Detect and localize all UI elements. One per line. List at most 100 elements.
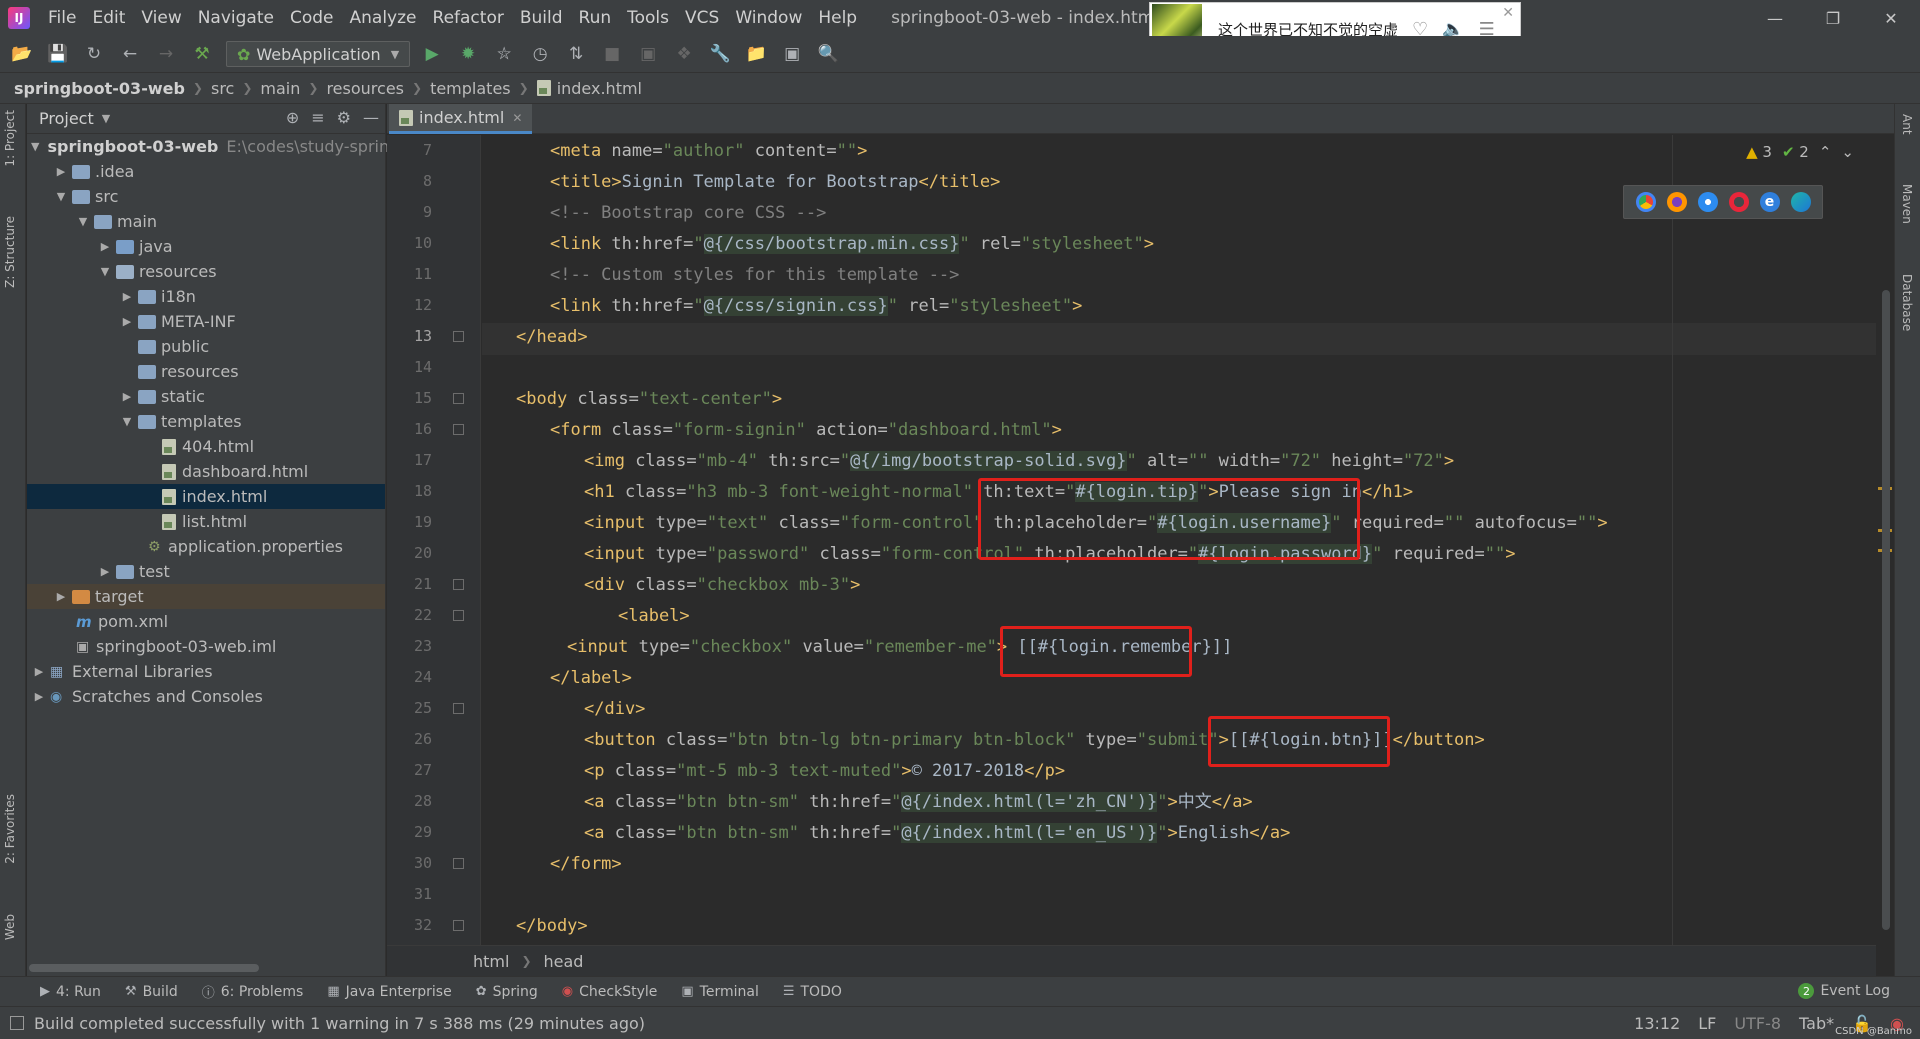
tree-item-meta-inf[interactable]: ▶ META-INF	[27, 309, 385, 334]
fold-marker-icon[interactable]	[453, 920, 464, 931]
menu-build[interactable]: Build	[512, 0, 571, 36]
chevron-down-icon[interactable]: ▼	[119, 415, 135, 428]
menu-file[interactable]: File	[40, 0, 84, 36]
breadcrumb-resources[interactable]: resources	[326, 79, 404, 98]
close-window-button[interactable]: ✕	[1862, 0, 1920, 36]
file-encoding[interactable]: UTF-8	[1734, 1014, 1781, 1033]
opera-icon[interactable]	[1728, 192, 1749, 212]
menu-analyze[interactable]: Analyze	[342, 0, 425, 36]
tab-maven-tool[interactable]: Maven	[1900, 184, 1914, 224]
chevron-right-icon[interactable]: ▶	[119, 315, 135, 328]
edge-icon[interactable]	[1790, 192, 1811, 212]
inspection-widget[interactable]: ▲ 3 ✔ 2 ⌃ ⌄	[1746, 143, 1854, 161]
chevron-right-icon[interactable]: ▶	[119, 290, 135, 303]
fold-marker-icon[interactable]	[453, 579, 464, 590]
fold-marker-icon[interactable]	[453, 393, 464, 404]
tab-problems[interactable]: ⓘ 6: Problems	[202, 982, 304, 1002]
chevron-down-icon[interactable]: ▼	[53, 190, 69, 203]
chevron-right-icon[interactable]: ▶	[31, 665, 47, 678]
menu-view[interactable]: View	[133, 0, 189, 36]
settings-wrench-icon[interactable]: 🔧	[706, 40, 734, 68]
update-icon[interactable]: ⇅	[562, 40, 590, 68]
tree-item-target[interactable]: ▶ target	[27, 584, 385, 609]
hide-icon[interactable]: —	[363, 108, 379, 127]
vertical-scrollbar[interactable]	[1882, 290, 1890, 930]
menu-window[interactable]: Window	[727, 0, 810, 36]
chevron-down-icon[interactable]: ⌄	[1841, 143, 1854, 161]
menu-tools[interactable]: Tools	[619, 0, 677, 36]
menu-refactor[interactable]: Refactor	[425, 0, 512, 36]
chevron-right-icon[interactable]: ▶	[53, 165, 69, 178]
event-log-button[interactable]: 2 Event Log	[1798, 983, 1890, 999]
tree-item-dashboard-html[interactable]: dashboard.html	[27, 459, 385, 484]
chevron-down-icon[interactable]: ▼	[31, 140, 39, 153]
coverage-run-icon[interactable]: ❖	[670, 40, 698, 68]
restore-button[interactable]: ❐	[1804, 0, 1862, 36]
profile-icon[interactable]: ◷	[526, 40, 554, 68]
tree-item-resources[interactable]: ▼ resources	[27, 259, 385, 284]
coverage-icon[interactable]: ⛦	[490, 40, 518, 68]
locate-icon[interactable]: ⊕	[286, 108, 299, 127]
line-separator[interactable]: LF	[1698, 1014, 1716, 1033]
tree-item-src[interactable]: ▼ src	[27, 184, 385, 209]
close-icon[interactable]: ✕	[1502, 5, 1514, 21]
menu-help[interactable]: Help	[810, 0, 865, 36]
back-arrow-icon[interactable]: ←	[116, 40, 144, 68]
tree-item-project-root[interactable]: ▼ springboot-03-web E:\codes\study-sprin	[27, 134, 389, 159]
tree-item-external-libraries[interactable]: ▶ ▦ External Libraries	[27, 659, 385, 684]
menu-navigate[interactable]: Navigate	[190, 0, 282, 36]
menu-edit[interactable]: Edit	[84, 0, 133, 36]
tab-java-enterprise[interactable]: ▦ Java Enterprise	[327, 984, 451, 1000]
attach-icon[interactable]: ▣	[634, 40, 662, 68]
tab-spring[interactable]: ✿ Spring	[476, 984, 538, 1000]
chrome-icon[interactable]	[1635, 192, 1656, 212]
caret-position[interactable]: 13:12	[1634, 1014, 1680, 1033]
tree-item-iml[interactable]: ▣ springboot-03-web.iml	[27, 634, 385, 659]
horizontal-scrollbar[interactable]	[29, 964, 259, 972]
fold-marker-icon[interactable]	[453, 331, 464, 342]
menu-run[interactable]: Run	[571, 0, 620, 36]
chevron-down-icon[interactable]: ▼	[97, 265, 113, 278]
fold-marker-icon[interactable]	[453, 703, 464, 714]
tree-item-resources-sub[interactable]: resources	[27, 359, 385, 384]
tab-terminal[interactable]: ▣ Terminal	[681, 984, 758, 1000]
tree-item-scratches[interactable]: ▶ ◉ Scratches and Consoles	[27, 684, 385, 709]
breadcrumb-src[interactable]: src	[211, 79, 234, 98]
chevron-right-icon[interactable]: ▶	[31, 690, 47, 703]
tree-item-public[interactable]: public	[27, 334, 385, 359]
tab-checkstyle[interactable]: ◉ CheckStyle	[562, 984, 658, 1000]
tab-project-tool[interactable]: 1: Project	[3, 110, 17, 167]
tree-item-404-html[interactable]: 404.html	[27, 434, 385, 459]
tab-web-tool[interactable]: Web	[3, 914, 17, 940]
menu-code[interactable]: Code	[282, 0, 342, 36]
tree-item-i18n[interactable]: ▶ i18n	[27, 284, 385, 309]
breadcrumb-file[interactable]: index.html	[557, 79, 642, 98]
tree-item-java[interactable]: ▶ java	[27, 234, 385, 259]
forward-arrow-icon[interactable]: →	[152, 40, 180, 68]
tab-structure-tool[interactable]: Z: Structure	[3, 216, 17, 288]
tab-favorites-tool[interactable]: 2: Favorites	[3, 794, 17, 864]
tree-item-idea[interactable]: ▶ .idea	[27, 159, 385, 184]
editor-crumb-html[interactable]: html	[473, 952, 509, 971]
tree-item-list-html[interactable]: list.html	[27, 509, 385, 534]
tab-ant-tool[interactable]: Ant	[1900, 114, 1914, 135]
save-icon[interactable]: 💾	[44, 40, 72, 68]
debug-icon[interactable]: ✹	[454, 40, 482, 68]
search-icon[interactable]: 🔍	[814, 40, 842, 68]
tab-database-tool[interactable]: Database	[1900, 274, 1914, 331]
fold-marker-icon[interactable]	[453, 610, 464, 621]
tree-item-pom-xml[interactable]: m pom.xml	[27, 609, 385, 634]
chevron-right-icon[interactable]: ▶	[97, 240, 113, 253]
open-folder-icon[interactable]: 📂	[8, 40, 36, 68]
project-view-selector[interactable]: Project	[39, 109, 94, 128]
breadcrumb-templates[interactable]: templates	[430, 79, 511, 98]
fold-marker-icon[interactable]	[453, 424, 464, 435]
run-icon[interactable]: ▶	[418, 40, 446, 68]
tab-index-html[interactable]: index.html ✕	[389, 104, 533, 134]
build-hammer-icon[interactable]: ⚒	[188, 40, 216, 68]
chevron-down-icon[interactable]: ▼	[75, 215, 91, 228]
tab-build[interactable]: ⚒ Build	[125, 984, 178, 1000]
tree-item-templates[interactable]: ▼ templates	[27, 409, 385, 434]
chevron-right-icon[interactable]: ▶	[53, 590, 69, 603]
firefox-icon[interactable]	[1666, 192, 1687, 212]
